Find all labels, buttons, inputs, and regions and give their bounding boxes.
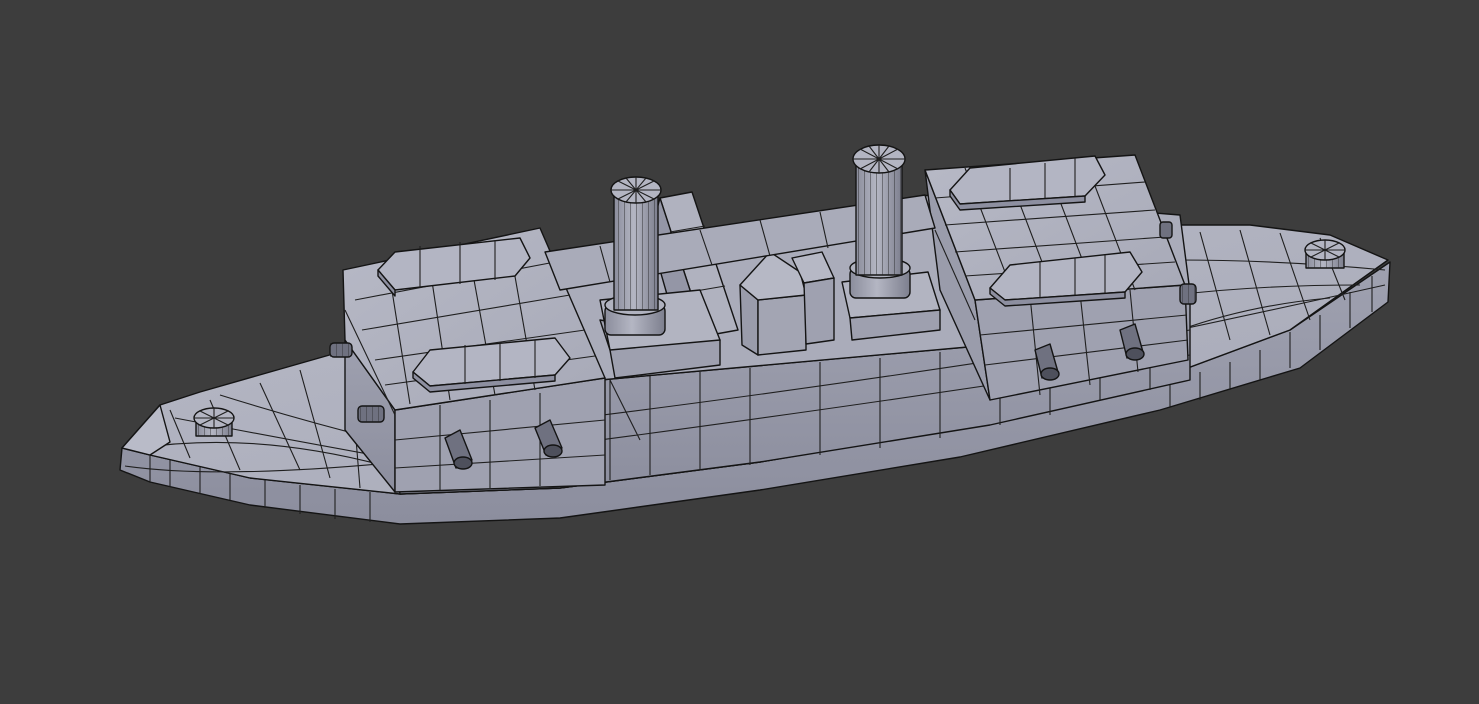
deckhouse-small-side xyxy=(803,277,835,345)
ship-model[interactable] xyxy=(119,144,1391,525)
funnel-1-ribs xyxy=(614,190,658,310)
bow-capstan[interactable] xyxy=(193,407,235,437)
gun-bow-lower xyxy=(357,405,385,423)
bow-capstan-spokes xyxy=(194,408,234,428)
stern-capstan-spokes xyxy=(1305,240,1345,260)
model-canvas[interactable] xyxy=(0,0,1479,704)
gun-bow-upper xyxy=(329,342,353,358)
3d-viewport[interactable] xyxy=(0,0,1479,704)
stern-capstan[interactable] xyxy=(1304,239,1346,269)
gun-stern-top xyxy=(1159,221,1173,239)
deckhouse-side xyxy=(757,294,807,356)
funnel-1[interactable] xyxy=(604,176,666,336)
funnel-2-top-spokes xyxy=(853,145,905,173)
funnel-1-top-spokes xyxy=(611,177,661,203)
funnel-2-ribs xyxy=(856,160,902,275)
funnel-2[interactable] xyxy=(849,144,911,299)
gun-stern xyxy=(1179,283,1197,305)
